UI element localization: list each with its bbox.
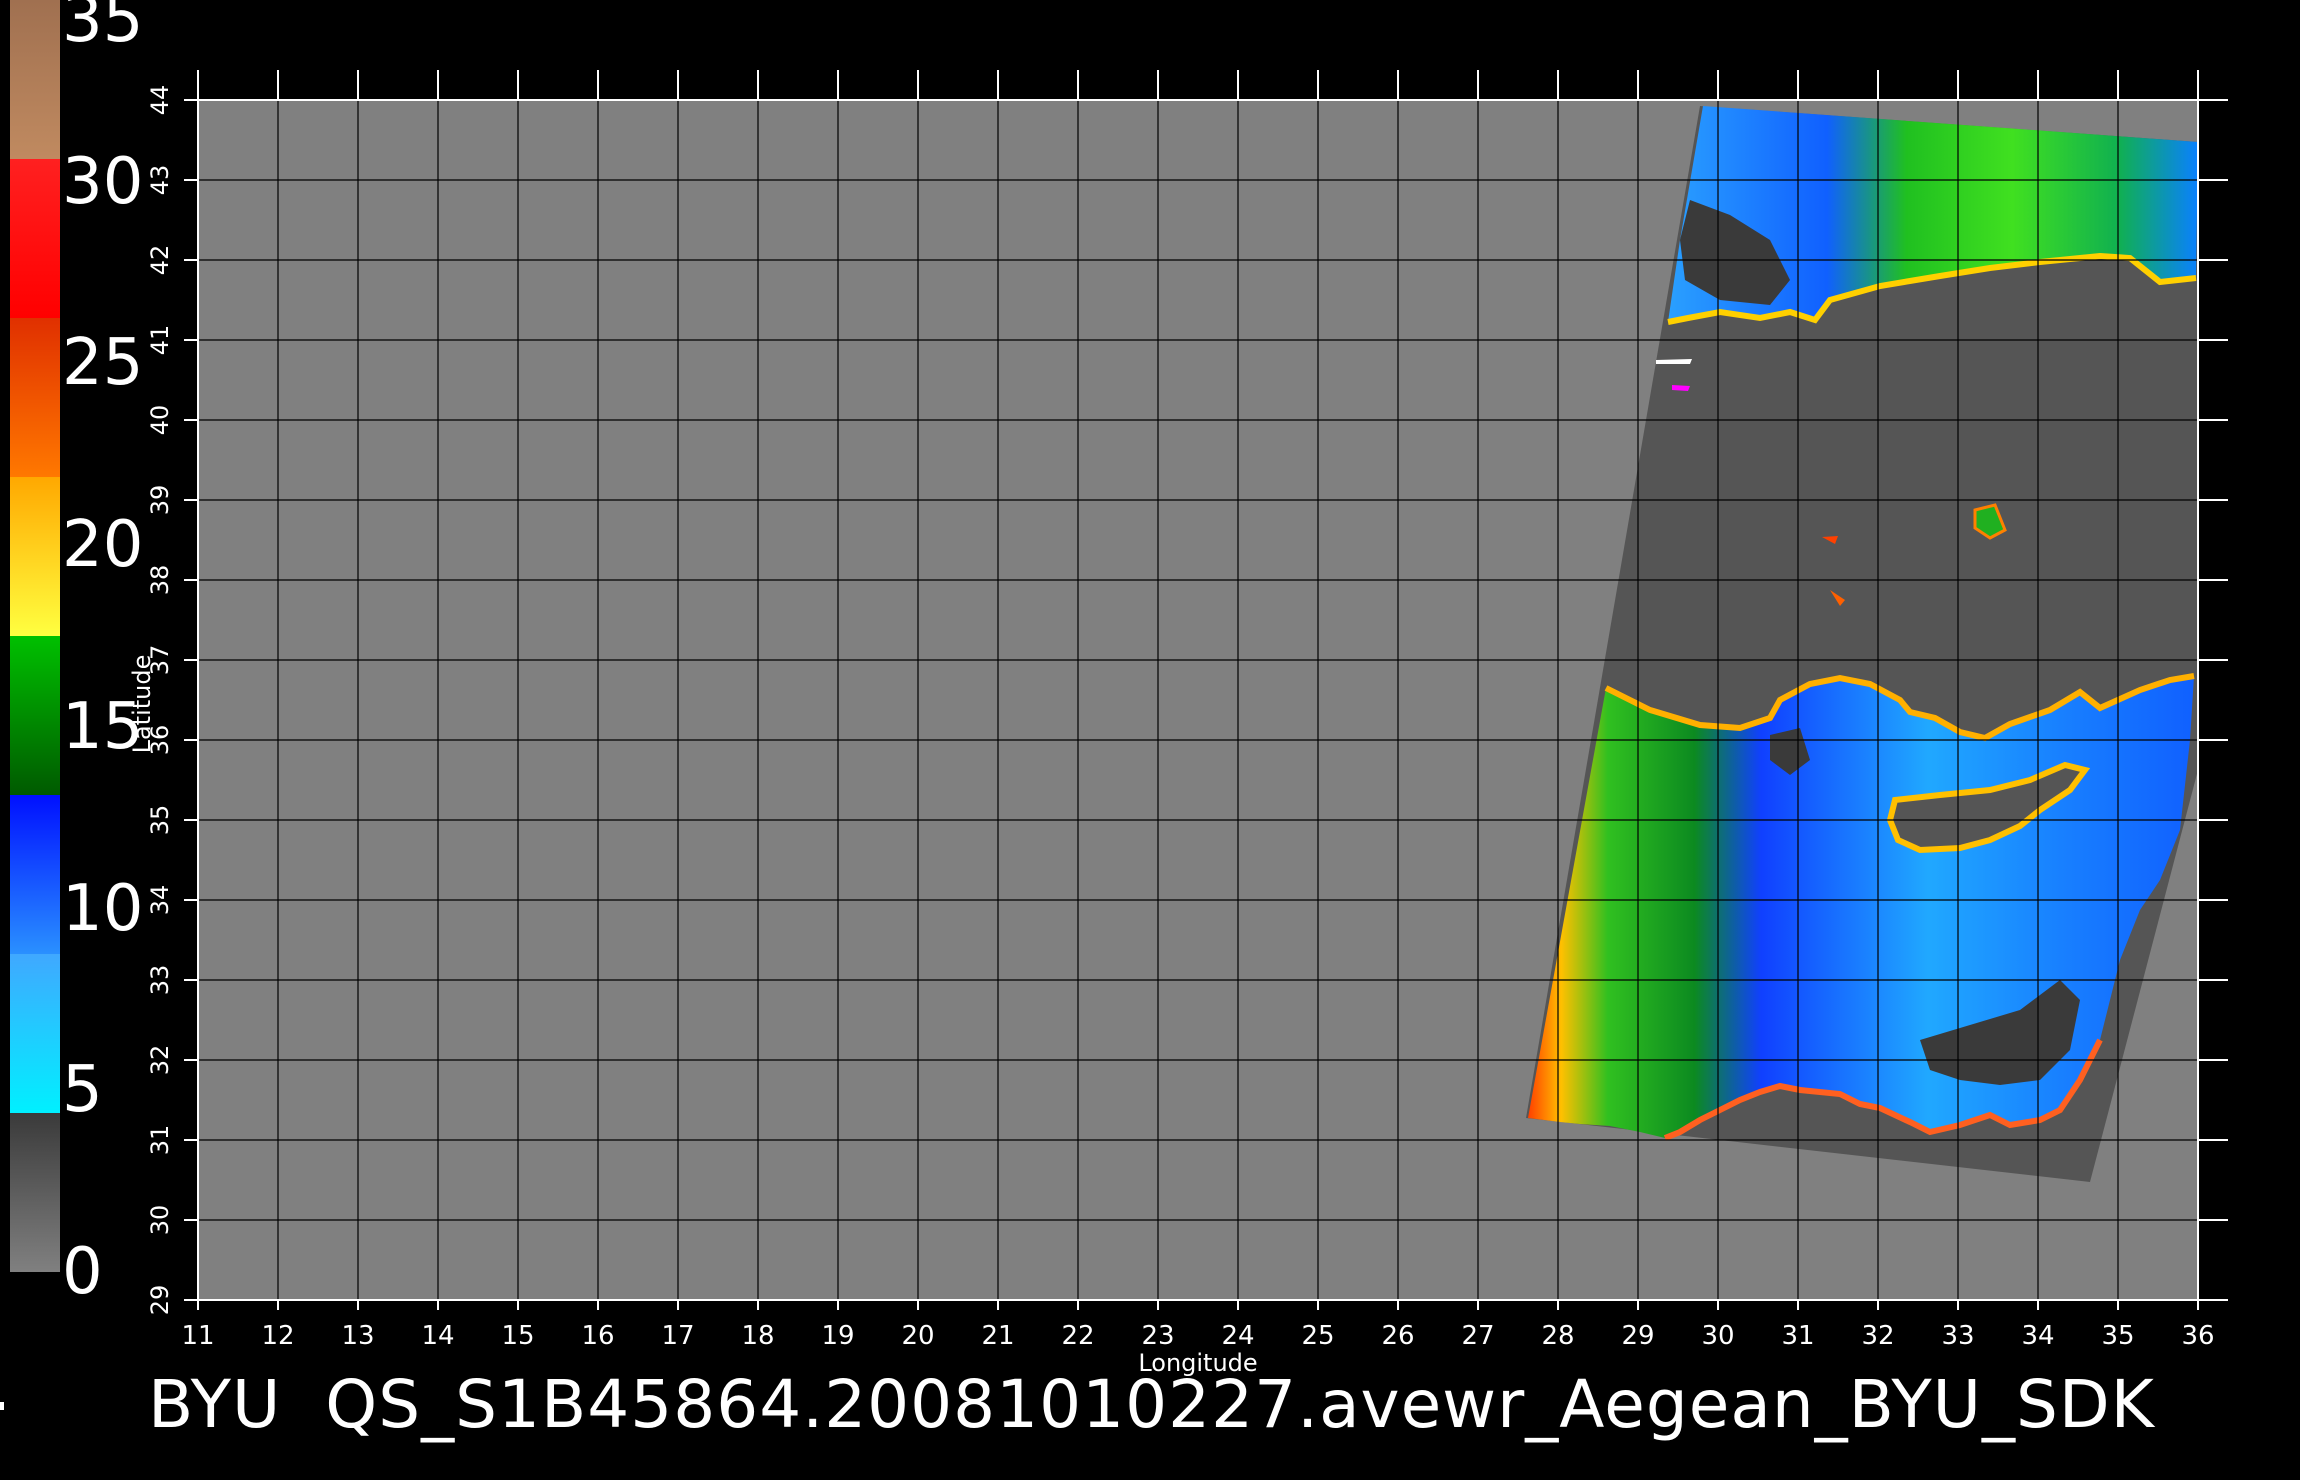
lon-tick-label: 28 bbox=[1541, 1321, 1574, 1351]
lon-tick-label: 11 bbox=[181, 1321, 214, 1351]
lat-tick-label: 33 bbox=[146, 965, 174, 996]
lon-tick-label: 34 bbox=[2021, 1321, 2054, 1351]
lat-tick-label: 30 bbox=[146, 1205, 174, 1236]
lon-tick-label: 19 bbox=[821, 1321, 854, 1351]
lat-tick-label: 42 bbox=[146, 245, 174, 276]
lat-tick-label: 41 bbox=[146, 325, 174, 356]
lon-tick-label: 30 bbox=[1701, 1321, 1734, 1351]
lon-tick-label: 26 bbox=[1381, 1321, 1414, 1351]
lon-tick-label: 35 bbox=[2101, 1321, 2134, 1351]
lon-tick-label: 24 bbox=[1221, 1321, 1254, 1351]
lon-tick-label: 22 bbox=[1061, 1321, 1094, 1351]
lat-tick-label: 35 bbox=[146, 805, 174, 836]
lon-tick-label: 23 bbox=[1141, 1321, 1174, 1351]
figure-caption: BYU QS_S1B45864.20081010227.avewr_Aegean… bbox=[148, 1366, 2155, 1443]
lon-tick-label: 36 bbox=[2181, 1321, 2214, 1351]
lat-tick-label: 38 bbox=[146, 565, 174, 596]
lat-tick-label: 29 bbox=[146, 1285, 174, 1316]
lon-tick-label: 18 bbox=[741, 1321, 774, 1351]
lat-tick-label: 34 bbox=[146, 885, 174, 916]
lon-tick-label: 33 bbox=[1941, 1321, 1974, 1351]
lon-tick-label: 12 bbox=[261, 1321, 294, 1351]
map-plot: 11 12 13 14 15 16 17 18 19 20 21 22 23 24 25 26 27 28 29 30… bbox=[128, 70, 2228, 1377]
lon-tick-label: 17 bbox=[661, 1321, 694, 1351]
lat-tick-label: 32 bbox=[146, 1045, 174, 1076]
lon-tick-label: 25 bbox=[1301, 1321, 1334, 1351]
lon-tick-label: 32 bbox=[1861, 1321, 1894, 1351]
lat-tick-label: 39 bbox=[146, 485, 174, 516]
lon-tick-label: 29 bbox=[1621, 1321, 1654, 1351]
lon-tick-label: 15 bbox=[501, 1321, 534, 1351]
lon-tick-label: 27 bbox=[1461, 1321, 1494, 1351]
lon-tick-label: 21 bbox=[981, 1321, 1014, 1351]
lat-tick-label: 44 bbox=[146, 85, 174, 116]
lon-tick-label: 14 bbox=[421, 1321, 454, 1351]
lon-tick-label: 13 bbox=[341, 1321, 374, 1351]
lat-tick-label: 43 bbox=[146, 165, 174, 196]
lat-tick-label: 40 bbox=[146, 405, 174, 436]
wind-map-figure: 35 30 25 20 15 10 5 0 11 12 13 14 15 16 … bbox=[0, 0, 2300, 1480]
island-marker-5 bbox=[1672, 385, 1690, 391]
lon-tick-label: 31 bbox=[1781, 1321, 1814, 1351]
lon-tick-label: 20 bbox=[901, 1321, 934, 1351]
lon-tick-label: 16 bbox=[581, 1321, 614, 1351]
lat-tick-label: 31 bbox=[146, 1125, 174, 1156]
edge-mark bbox=[0, 1402, 4, 1410]
y-axis-title: Latitude bbox=[128, 655, 156, 754]
